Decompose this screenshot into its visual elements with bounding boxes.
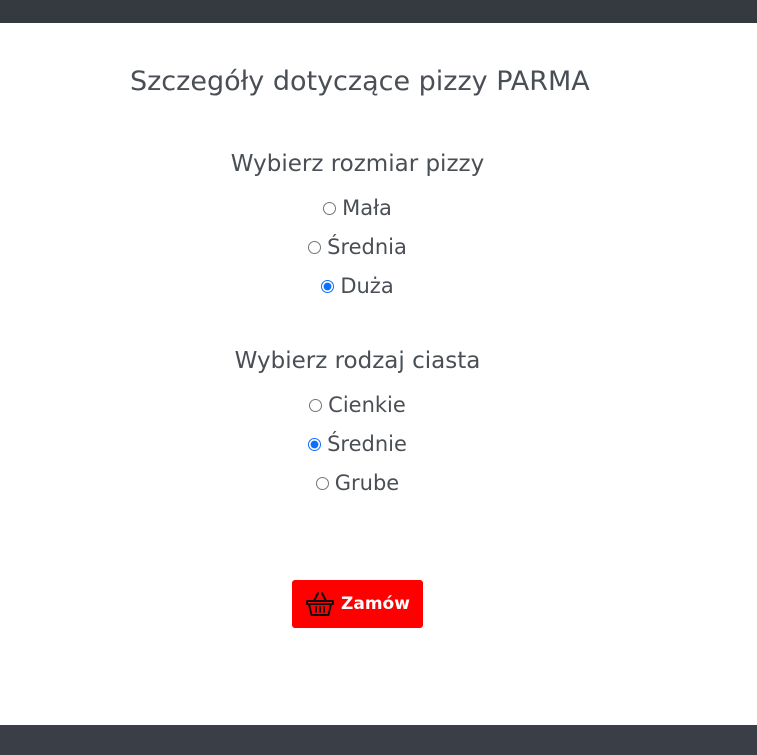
dough-option-thick[interactable]: Grube [0,468,715,498]
size-option-label[interactable]: Duża [340,274,393,298]
size-radio-small[interactable] [323,201,337,215]
page-title: Szczegóły dotyczące pizzy PARMA [130,66,590,97]
size-group-title: Wybierz rozmiar pizzy [230,151,485,177]
dough-radio-medium[interactable] [308,437,322,451]
dough-option-label[interactable]: Cienkie [328,393,406,417]
dough-radio-thick[interactable] [315,476,329,490]
page-footer [0,725,757,755]
dough-option-medium[interactable]: Średnie [0,429,715,459]
dough-option-label[interactable]: Średnie [327,432,407,456]
size-radio-medium[interactable] [308,240,322,254]
size-radio-large[interactable] [321,279,335,293]
order-button[interactable]: Zamów [292,580,423,628]
size-option-label[interactable]: Średnia [327,235,407,259]
size-option-label[interactable]: Mała [342,196,392,220]
dough-option-thin[interactable]: Cienkie [0,390,715,420]
dough-radio-thin[interactable] [309,398,323,412]
size-option-medium[interactable]: Średnia [0,232,715,262]
basket-icon [306,592,335,616]
order-button-label: Zamów [341,594,410,614]
dough-option-label[interactable]: Grube [335,471,399,495]
size-option-small[interactable]: Mała [0,193,715,223]
top-navbar [0,0,757,23]
dough-group-title: Wybierz rodzaj ciasta [234,348,481,374]
size-option-large[interactable]: Duża [0,271,715,301]
